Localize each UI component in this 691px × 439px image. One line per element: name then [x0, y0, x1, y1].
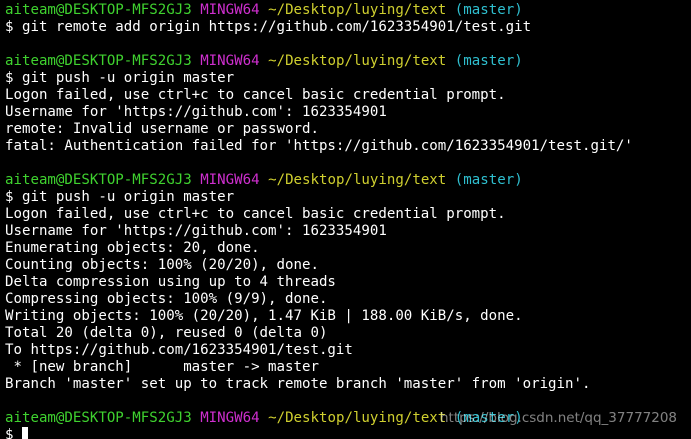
prompt-user-host: aiteam@DESKTOP-MFS2GJ3 [5, 172, 192, 188]
output-line: * [new branch] master -> master [5, 359, 691, 376]
text-cursor [21, 427, 28, 439]
output-line: Compressing objects: 100% (9/9), done. [5, 291, 691, 308]
output-text: Delta compression using up to 4 threads [5, 274, 336, 290]
prompt-path: ~/Desktop/luying/text [268, 2, 447, 18]
output-line: $ git push -u origin master [5, 70, 691, 87]
prompt-path: ~/Desktop/luying/text [268, 172, 447, 188]
output-text: Counting objects: 100% (20/20), done. [5, 257, 319, 273]
prompt-branch: (master) [454, 53, 523, 69]
output-line: Total 20 (delta 0), reused 0 (delta 0) [5, 325, 691, 342]
output-line: Logon failed, use ctrl+c to cancel basic… [5, 206, 691, 223]
output-line: $ git push -u origin master [5, 189, 691, 206]
prompt-branch: (master) [454, 2, 523, 18]
output-text: $ [5, 427, 22, 439]
output-line: Branch 'master' set up to track remote b… [5, 376, 691, 393]
prompt-user-host: aiteam@DESKTOP-MFS2GJ3 [5, 410, 192, 426]
output-text: Compressing objects: 100% (9/9), done. [5, 291, 328, 307]
output-line: Logon failed, use ctrl+c to cancel basic… [5, 87, 691, 104]
output-line: remote: Invalid username or password. [5, 121, 691, 138]
output-text: fatal: Authentication failed for 'https:… [5, 138, 633, 154]
output-text: $ git push -u origin master [5, 70, 235, 86]
prompt-line: aiteam@DESKTOP-MFS2GJ3 MINGW64 ~/Desktop… [5, 53, 691, 70]
output-line: Counting objects: 100% (20/20), done. [5, 257, 691, 274]
prompt-user-host: aiteam@DESKTOP-MFS2GJ3 [5, 2, 192, 18]
terminal-output: aiteam@DESKTOP-MFS2GJ3 MINGW64 ~/Desktop… [5, 2, 691, 439]
prompt-msystem: MINGW64 [200, 410, 260, 426]
prompt-msystem: MINGW64 [200, 2, 260, 18]
output-text: remote: Invalid username or password. [5, 121, 319, 137]
output-text: Logon failed, use ctrl+c to cancel basic… [5, 87, 506, 103]
terminal-window[interactable]: aiteam@DESKTOP-MFS2GJ3 MINGW64 ~/Desktop… [0, 0, 691, 439]
output-line: fatal: Authentication failed for 'https:… [5, 138, 691, 155]
output-text: Logon failed, use ctrl+c to cancel basic… [5, 206, 506, 222]
output-text: $ git remote add origin https://github.c… [5, 19, 532, 35]
output-text: Enumerating objects: 20, done. [5, 240, 260, 256]
output-line: Enumerating objects: 20, done. [5, 240, 691, 257]
output-text: Username for 'https://github.com': 16233… [5, 223, 387, 239]
output-text: Total 20 (delta 0), reused 0 (delta 0) [5, 325, 328, 341]
prompt-path: ~/Desktop/luying/text [268, 410, 447, 426]
prompt-branch: (master) [454, 172, 523, 188]
prompt-user-host: aiteam@DESKTOP-MFS2GJ3 [5, 53, 192, 69]
prompt-line: aiteam@DESKTOP-MFS2GJ3 MINGW64 ~/Desktop… [5, 172, 691, 189]
prompt-msystem: MINGW64 [200, 53, 260, 69]
prompt-msystem: MINGW64 [200, 172, 260, 188]
output-text: To https://github.com/1623354901/test.gi… [5, 342, 353, 358]
prompt-line: aiteam@DESKTOP-MFS2GJ3 MINGW64 ~/Desktop… [5, 2, 691, 19]
output-text: Branch 'master' set up to track remote b… [5, 376, 591, 392]
output-line: Writing objects: 100% (20/20), 1.47 KiB … [5, 308, 691, 325]
output-text: Writing objects: 100% (20/20), 1.47 KiB … [5, 308, 523, 324]
output-line: $ [5, 427, 691, 439]
output-line: $ git remote add origin https://github.c… [5, 19, 691, 36]
output-text: * [new branch] master -> master [5, 359, 319, 375]
output-line: Username for 'https://github.com': 16233… [5, 104, 691, 121]
prompt-path: ~/Desktop/luying/text [268, 53, 447, 69]
output-text: $ git push -u origin master [5, 189, 235, 205]
output-text: Username for 'https://github.com': 16233… [5, 104, 387, 120]
output-line: Username for 'https://github.com': 16233… [5, 223, 691, 240]
output-line: Delta compression using up to 4 threads [5, 274, 691, 291]
output-line: To https://github.com/1623354901/test.gi… [5, 342, 691, 359]
watermark: https://blog.csdn.net/qq_37777208 [440, 410, 678, 426]
